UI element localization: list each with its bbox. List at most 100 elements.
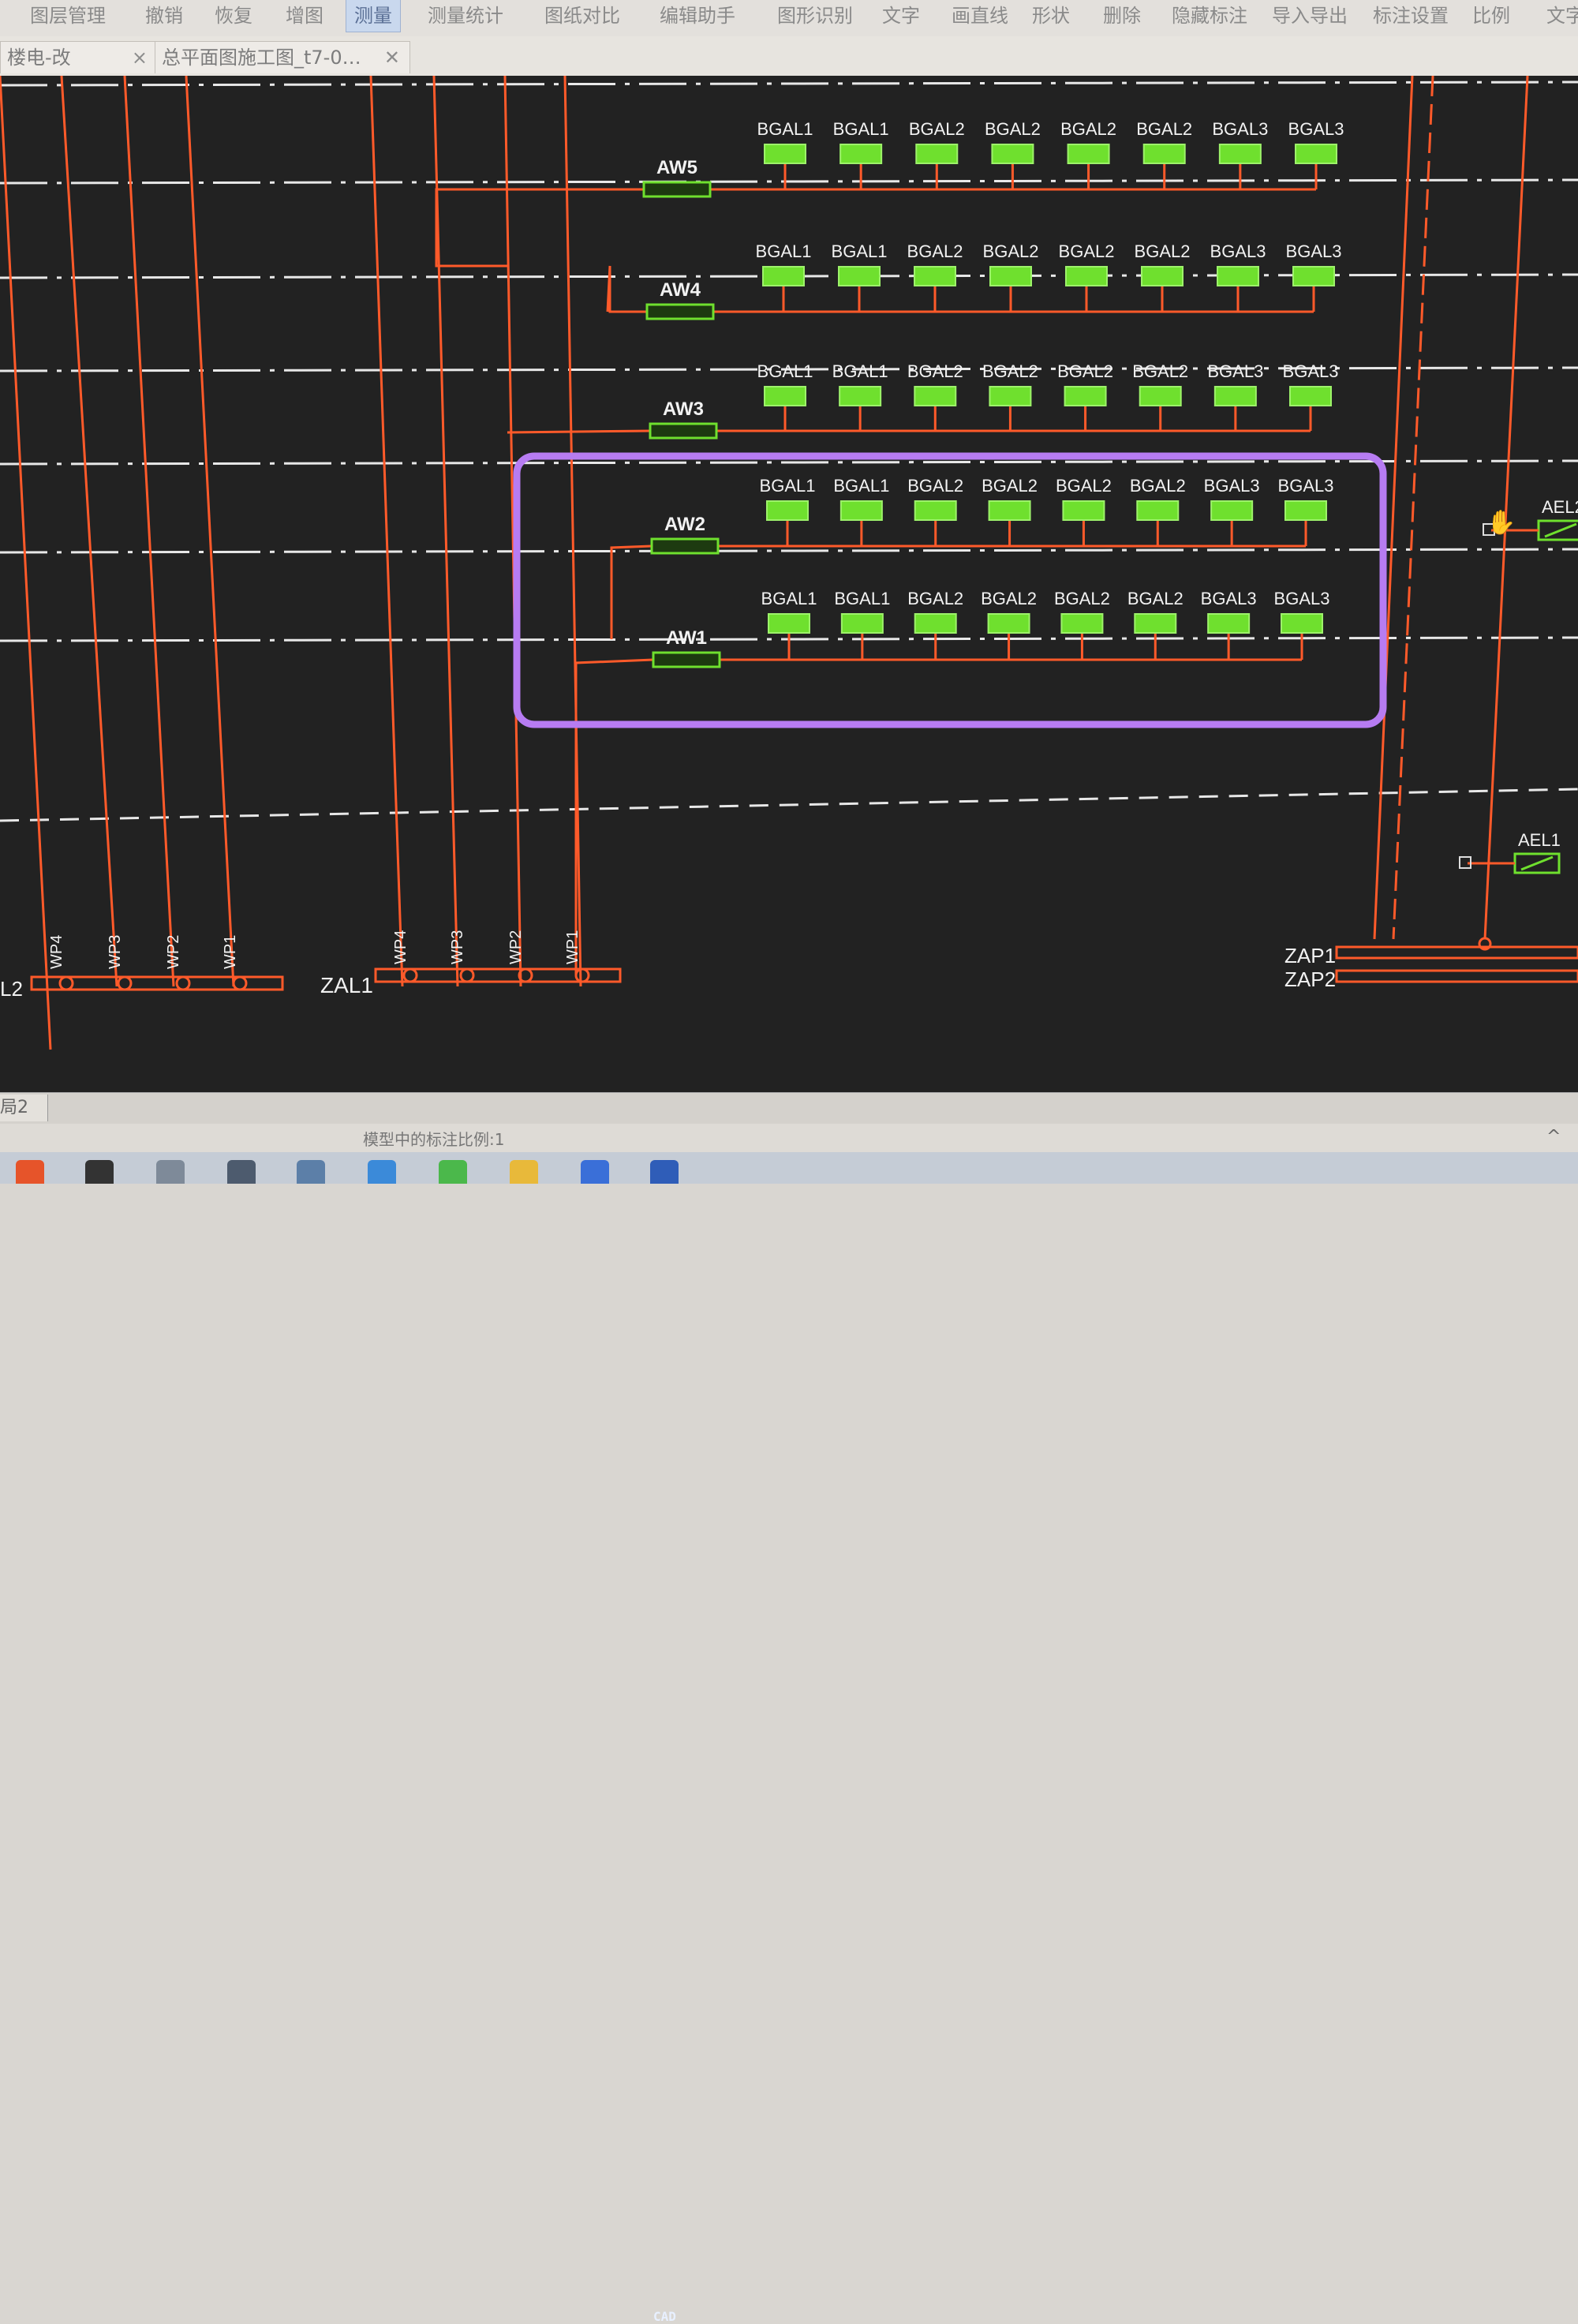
box-label-3-1: BGAL1 [833, 476, 889, 496]
toolbar-item-8[interactable]: 图形识别 [777, 0, 853, 32]
wechat-taskbar-icon[interactable] [439, 1160, 467, 1184]
box-label-0-5: BGAL2 [1136, 119, 1192, 139]
box-symbol-2-3 [989, 386, 1032, 406]
box-symbol-1-3 [989, 266, 1032, 286]
zal1-bus-node-0 [402, 967, 418, 983]
close-tab-icon[interactable]: × [132, 42, 148, 73]
toolbar-item-5[interactable]: 测量统计 [428, 0, 503, 32]
box-symbol-0-5 [1142, 144, 1186, 164]
pen-taskbar-icon[interactable] [156, 1160, 185, 1184]
toolbar-item-15[interactable]: 标注设置 [1373, 0, 1449, 32]
box-symbol-3-3 [988, 500, 1031, 521]
box-symbol-3-0 [766, 500, 809, 521]
browser-taskbar-icon[interactable] [16, 1160, 44, 1184]
layout-tab[interactable]: 局2 [0, 1095, 48, 1121]
box-label-3-4: BGAL2 [1056, 476, 1112, 496]
toolbar-item-17[interactable]: 文字 [1546, 0, 1578, 32]
box-label-2-3: BGAL2 [982, 361, 1038, 381]
toolbar-item-7[interactable]: 编辑助手 [660, 0, 735, 32]
close-tab-icon[interactable]: ✕ [384, 42, 400, 73]
box-label-2-5: BGAL2 [1132, 361, 1188, 381]
box-symbol-1-6 [1217, 266, 1259, 286]
box-symbol-0-4 [1067, 144, 1110, 164]
box-symbol-4-5 [1134, 613, 1177, 634]
box-symbol-4-2 [914, 613, 957, 634]
panel-symbol-2 [649, 422, 718, 440]
zal1-bus-bar [374, 967, 622, 983]
box-symbol-0-1 [839, 144, 883, 164]
panel-symbol-1 [645, 303, 715, 320]
left-bus-node-3 [232, 975, 248, 991]
left-bus-node-0 [58, 975, 74, 991]
box-label-1-3: BGAL2 [983, 241, 1039, 261]
box-label-4-5: BGAL2 [1127, 589, 1184, 608]
box-label-4-0: BGAL1 [761, 589, 817, 608]
toolbar-item-13[interactable]: 隐藏标注 [1172, 0, 1247, 32]
box-label-1-6: BGAL3 [1210, 241, 1266, 261]
box-label-0-7: BGAL3 [1288, 119, 1344, 139]
grid-line-4 [0, 459, 1578, 466]
zal1-bus-node-3 [574, 967, 590, 983]
box-symbol-1-2 [914, 266, 956, 286]
document-tab-0[interactable]: 楼电-改 × [0, 41, 158, 73]
toolbar-item-10[interactable]: 画直线 [952, 0, 1008, 32]
app-a-taskbar-icon[interactable] [581, 1160, 609, 1184]
toolbar: 图层管理 撤销 恢复 增图 测量 测量统计 图纸对比 编辑助手 图形识别 文字 画直线 形状 删除 隐藏标… [0, 0, 1578, 37]
feeder-wire-4 [369, 76, 404, 987]
grid-line-1 [0, 178, 1578, 185]
toolbar-item-6[interactable]: 图纸对比 [544, 0, 620, 32]
box-symbol-3-2 [914, 500, 957, 521]
box-label-2-4: BGAL2 [1057, 361, 1113, 381]
status-bar: 模型中的标注比例:1 ^ [0, 1124, 1578, 1152]
toolbar-item-2[interactable]: 恢复 [215, 0, 252, 32]
left-bus-node-1 [117, 975, 133, 991]
right-bus-bar-1 [1335, 969, 1578, 983]
box-label-0-2: BGAL2 [909, 119, 965, 139]
feeder-wire-2 [123, 76, 175, 987]
panel-label-1: AW4 [660, 279, 701, 301]
box-symbol-2-6 [1213, 386, 1257, 406]
cad-taskbar-icon[interactable] [650, 1160, 679, 1184]
document-tab-1[interactable]: 总平面图施工图_t7-0… ✕ [155, 41, 410, 73]
toolbar-item-1[interactable]: 撤销 [145, 0, 183, 32]
toolbar-item-3[interactable]: 增图 [286, 0, 323, 32]
cad-drawing[interactable]: AW5 BGAL1 BGAL1 BGAL2 BGAL2 BGAL2 BGAL2 BGAL3 BG… [0, 76, 1578, 1092]
box-symbol-2-5 [1139, 386, 1182, 406]
box-label-1-5: BGAL2 [1135, 241, 1191, 261]
toolbar-item-16[interactable]: 比例 [1472, 0, 1510, 32]
toolbar-item-14[interactable]: 导入导出 [1272, 0, 1348, 32]
toolbar-item-4[interactable]: 测量 [346, 0, 401, 32]
toolbar-item-12[interactable]: 删除 [1103, 0, 1141, 32]
ael-label-1: AEL1 [1518, 830, 1561, 850]
panel-label-4: AW1 [666, 627, 707, 649]
ael-label-0: AEL2 [1542, 497, 1578, 517]
toolbar-item-9[interactable]: 文字 [882, 0, 920, 32]
box-symbol-3-5 [1136, 500, 1180, 521]
box-symbol-4-4 [1060, 613, 1104, 634]
panel-feed-wire-1 [606, 265, 647, 313]
left-bus-feeder-label-0: WP4 [48, 935, 65, 969]
panel-symbol-4 [652, 651, 721, 668]
right-bus-label-1: ZAP2 [1284, 967, 1336, 991]
cad-taskbar-label: CAD [653, 2309, 676, 2324]
box-label-3-3: BGAL2 [982, 476, 1038, 496]
qq-taskbar-icon[interactable] [85, 1160, 114, 1184]
box-symbol-0-3 [991, 144, 1034, 164]
feeder-wire-7 [563, 76, 582, 987]
window-taskbar-icon[interactable] [297, 1160, 325, 1184]
toolbar-item-0[interactable]: 图层管理 [30, 0, 106, 32]
box-label-3-7: BGAL3 [1278, 476, 1334, 496]
folder-taskbar-icon[interactable] [510, 1160, 538, 1184]
box-symbol-3-4 [1062, 500, 1105, 521]
box-label-4-3: BGAL2 [981, 589, 1037, 608]
box-label-2-7: BGAL3 [1283, 361, 1339, 381]
expand-caret-icon[interactable]: ^ [1546, 1127, 1561, 1147]
drawing-canvas[interactable]: AW5 BGAL1 BGAL1 BGAL2 BGAL2 BGAL2 BGAL2 BGAL3 BG… [0, 76, 1578, 1092]
annotation-scale-status: 模型中的标注比例:1 [363, 1130, 505, 1149]
toolbar-item-11[interactable]: 形状 [1032, 0, 1070, 32]
store-taskbar-icon[interactable] [368, 1160, 396, 1184]
box-symbol-3-7 [1284, 500, 1327, 521]
box-label-4-1: BGAL1 [834, 589, 890, 608]
panel-symbol-0 [642, 181, 712, 198]
calculator-taskbar-icon[interactable] [227, 1160, 256, 1184]
